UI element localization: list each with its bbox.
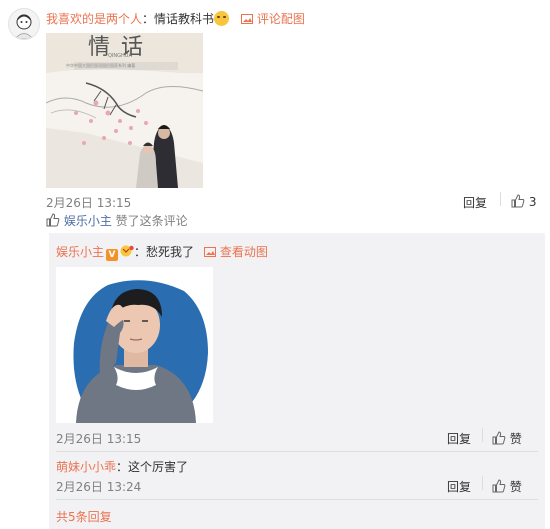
comment-image[interactable]: 情 话 QINGHUA 中华中国大国民国语国民国家系列 编著: [46, 33, 203, 188]
liked-by-notice: 娱乐小主 赞了这条评论: [46, 212, 188, 229]
fan-badge-icon: [120, 245, 134, 257]
reply-header: 娱乐小主 V ：愁死我了 查看动图: [56, 245, 268, 261]
action-divider: [500, 192, 501, 206]
thumbs-up-icon: [492, 431, 506, 445]
replies-panel: 娱乐小主 V ：愁死我了 查看动图 2月26日 13:15 回复 赞 萌妹小小乖：这…: [49, 233, 545, 529]
reply-timestamp: 2月26日 13:15: [56, 432, 142, 446]
book-subtitle: QINGHUA: [108, 53, 132, 59]
like-count: 3: [528, 195, 537, 209]
picture-icon: [203, 247, 216, 257]
thumbs-up-icon: [492, 479, 506, 493]
reply-button[interactable]: 回复: [447, 430, 471, 447]
reply-text: 愁死我了: [146, 245, 195, 259]
liked-by-user-link[interactable]: 娱乐小主: [64, 214, 112, 228]
comment-text: 情话教科书: [154, 12, 215, 26]
reply-author-link[interactable]: 娱乐小主: [56, 245, 104, 259]
reply-timestamp: 2月26日 13:24: [56, 480, 142, 494]
like-button[interactable]: 赞: [492, 430, 522, 447]
picture-icon: [240, 14, 253, 24]
like-button[interactable]: 赞: [492, 478, 522, 495]
reply-text: 这个厉害了: [128, 460, 189, 474]
comment-author-link[interactable]: 我喜欢的是两个人: [46, 12, 142, 26]
more-replies-link[interactable]: 共5条回复: [56, 508, 112, 525]
reply-divider: [56, 499, 538, 500]
book-publisher-line: 中华中国大国民国语国民国家系列 编著: [66, 63, 136, 68]
thumbs-up-icon: [46, 213, 60, 227]
comment-timestamp: 2月26日 13:15: [46, 196, 132, 210]
verified-v-icon: V: [106, 249, 119, 261]
reply-gif-image[interactable]: [56, 267, 213, 423]
action-divider: [482, 476, 483, 490]
reply-header: 萌妹小小乖：这个厉害了: [56, 460, 189, 474]
like-button[interactable]: 3: [511, 194, 536, 209]
thumbs-up-icon: [511, 194, 525, 208]
reply-button[interactable]: 回复: [463, 194, 487, 211]
view-gif-link[interactable]: 查看动图: [203, 245, 268, 259]
avatar[interactable]: [8, 8, 40, 40]
reply-button[interactable]: 回复: [447, 478, 471, 495]
cry-face-emoji-icon: [214, 11, 230, 26]
view-comment-pic-link[interactable]: 评论配图: [240, 12, 305, 26]
action-divider: [482, 428, 483, 442]
comment-header: 我喜欢的是两个人：情话教科书 评论配图: [46, 11, 305, 26]
reply-divider: [56, 451, 538, 452]
reply-author-link[interactable]: 萌妹小小乖: [56, 460, 116, 474]
